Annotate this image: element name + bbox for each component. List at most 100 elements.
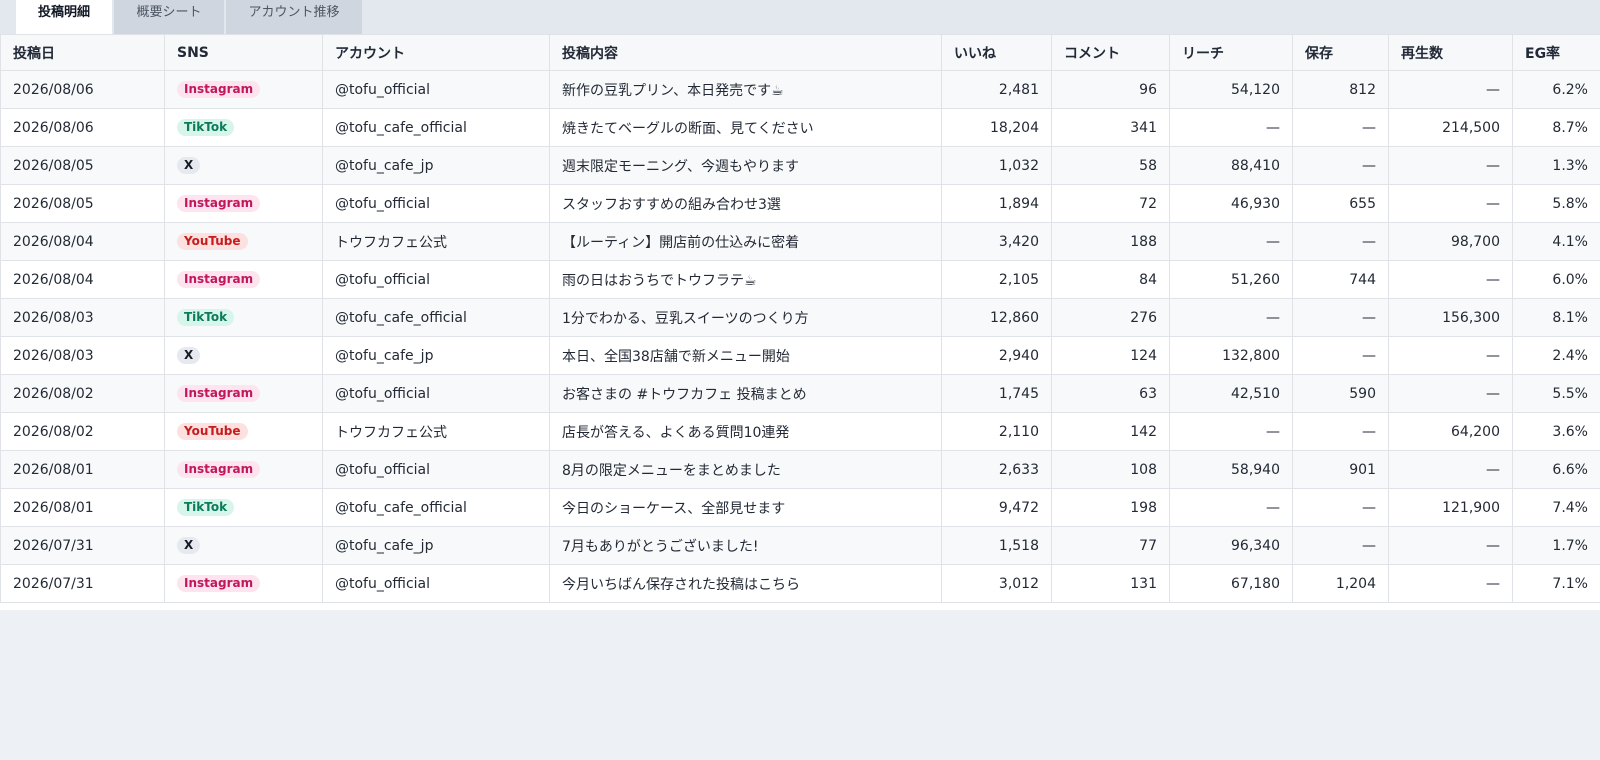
cell-comments[interactable]: 142 — [1051, 412, 1170, 451]
cell-sns[interactable]: Instagram — [164, 184, 323, 223]
cell-saves[interactable]: 812 — [1292, 70, 1389, 109]
cell-account[interactable]: @tofu_official — [322, 564, 550, 603]
cell-likes[interactable]: 1,894 — [941, 184, 1052, 223]
cell-post-date[interactable]: 2026/08/04 — [0, 260, 165, 299]
cell-saves[interactable]: — — [1292, 298, 1389, 337]
cell-account[interactable]: @tofu_cafe_jp — [322, 526, 550, 565]
header-plays[interactable]: 再生数 — [1388, 34, 1513, 71]
cell-post-content[interactable]: 店長が答える、よくある質問10連発 — [549, 412, 942, 451]
table-row[interactable]: 2026/08/05 X @tofu_cafe_jp 週末限定モーニング、今週もやりま… — [0, 146, 1600, 185]
cell-plays[interactable]: 121,900 — [1388, 488, 1513, 527]
cell-post-content[interactable]: 7月もありがとうございました! — [549, 526, 942, 565]
cell-plays[interactable]: — — [1388, 260, 1513, 299]
header-comments[interactable]: コメント — [1051, 34, 1170, 71]
cell-account[interactable]: @tofu_official — [322, 374, 550, 413]
cell-sns[interactable]: TikTok — [164, 108, 323, 147]
cell-post-content[interactable]: 1分でわかる、豆乳スイーツのつくり方 — [549, 298, 942, 337]
cell-plays[interactable]: — — [1388, 374, 1513, 413]
cell-sns[interactable]: YouTube — [164, 222, 323, 261]
cell-sns[interactable]: TikTok — [164, 298, 323, 337]
cell-comments[interactable]: 108 — [1051, 450, 1170, 489]
cell-post-content[interactable]: 今月いちばん保存された投稿はこちら — [549, 564, 942, 603]
cell-reach[interactable]: 96,340 — [1169, 526, 1293, 565]
cell-post-date[interactable]: 2026/08/03 — [0, 336, 165, 375]
table-row[interactable]: 2026/08/03 X @tofu_cafe_jp 本日、全国38店舗で新メニュー開… — [0, 336, 1600, 375]
cell-comments[interactable]: 63 — [1051, 374, 1170, 413]
table-row[interactable]: 2026/08/02 Instagram @tofu_official お客さまの #… — [0, 374, 1600, 413]
cell-reach[interactable]: 54,120 — [1169, 70, 1293, 109]
cell-likes[interactable]: 2,633 — [941, 450, 1052, 489]
cell-post-date[interactable]: 2026/08/02 — [0, 374, 165, 413]
cell-likes[interactable]: 1,518 — [941, 526, 1052, 565]
table-row[interactable]: 2026/08/04 Instagram @tofu_official 雨の日はおうち… — [0, 260, 1600, 299]
cell-engagement-rate[interactable]: 6.6% — [1512, 450, 1600, 489]
tab-summary-sheet[interactable]: 概要シート — [114, 0, 224, 34]
cell-sns[interactable]: X — [164, 146, 323, 185]
cell-reach[interactable]: — — [1169, 298, 1293, 337]
cell-likes[interactable]: 3,420 — [941, 222, 1052, 261]
table-row[interactable]: 2026/08/02 YouTube トウフカフェ公式 店長が答える、よくある質問10… — [0, 412, 1600, 451]
table-row[interactable]: 2026/08/06 Instagram @tofu_official 新作の豆乳プリ… — [0, 70, 1600, 109]
cell-engagement-rate[interactable]: 2.4% — [1512, 336, 1600, 375]
table-row[interactable]: 2026/07/31 X @tofu_cafe_jp 7月もありがとうございました! 1… — [0, 526, 1600, 565]
cell-account[interactable]: @tofu_official — [322, 184, 550, 223]
cell-comments[interactable]: 276 — [1051, 298, 1170, 337]
cell-sns[interactable]: Instagram — [164, 260, 323, 299]
cell-saves[interactable]: 901 — [1292, 450, 1389, 489]
cell-plays[interactable]: — — [1388, 70, 1513, 109]
cell-post-date[interactable]: 2026/08/01 — [0, 488, 165, 527]
cell-sns[interactable]: X — [164, 336, 323, 375]
tab-post-details[interactable]: 投稿明細 — [16, 0, 112, 34]
cell-account[interactable]: @tofu_official — [322, 450, 550, 489]
cell-post-date[interactable]: 2026/08/04 — [0, 222, 165, 261]
cell-reach[interactable]: 46,930 — [1169, 184, 1293, 223]
cell-comments[interactable]: 84 — [1051, 260, 1170, 299]
cell-post-date[interactable]: 2026/08/01 — [0, 450, 165, 489]
cell-comments[interactable]: 341 — [1051, 108, 1170, 147]
cell-likes[interactable]: 2,105 — [941, 260, 1052, 299]
tab-account-trends[interactable]: アカウント推移 — [226, 0, 362, 34]
cell-engagement-rate[interactable]: 4.1% — [1512, 222, 1600, 261]
table-row[interactable]: 2026/08/03 TikTok @tofu_cafe_official 1分でわか… — [0, 298, 1600, 337]
cell-reach[interactable]: 132,800 — [1169, 336, 1293, 375]
cell-post-date[interactable]: 2026/07/31 — [0, 564, 165, 603]
cell-reach[interactable]: 67,180 — [1169, 564, 1293, 603]
cell-likes[interactable]: 12,860 — [941, 298, 1052, 337]
cell-reach[interactable]: 51,260 — [1169, 260, 1293, 299]
cell-plays[interactable]: 214,500 — [1388, 108, 1513, 147]
cell-comments[interactable]: 96 — [1051, 70, 1170, 109]
header-saves[interactable]: 保存 — [1292, 34, 1389, 71]
cell-comments[interactable]: 124 — [1051, 336, 1170, 375]
cell-account[interactable]: トウフカフェ公式 — [322, 412, 550, 451]
cell-sns[interactable]: Instagram — [164, 374, 323, 413]
cell-account[interactable]: トウフカフェ公式 — [322, 222, 550, 261]
cell-engagement-rate[interactable]: 6.0% — [1512, 260, 1600, 299]
cell-saves[interactable]: 655 — [1292, 184, 1389, 223]
cell-saves[interactable]: — — [1292, 108, 1389, 147]
cell-post-content[interactable]: 【ルーティン】開店前の仕込みに密着 — [549, 222, 942, 261]
cell-comments[interactable]: 72 — [1051, 184, 1170, 223]
cell-likes[interactable]: 9,472 — [941, 488, 1052, 527]
cell-saves[interactable]: — — [1292, 526, 1389, 565]
cell-plays[interactable]: 64,200 — [1388, 412, 1513, 451]
cell-sns[interactable]: Instagram — [164, 70, 323, 109]
cell-engagement-rate[interactable]: 6.2% — [1512, 70, 1600, 109]
table-row[interactable]: 2026/08/04 YouTube トウフカフェ公式 【ルーティン】開店前の仕込みに… — [0, 222, 1600, 261]
cell-engagement-rate[interactable]: 7.4% — [1512, 488, 1600, 527]
cell-plays[interactable]: — — [1388, 146, 1513, 185]
header-engagement-rate[interactable]: EG率 — [1512, 34, 1600, 71]
cell-engagement-rate[interactable]: 5.8% — [1512, 184, 1600, 223]
cell-post-content[interactable]: 本日、全国38店舗で新メニュー開始 — [549, 336, 942, 375]
cell-plays[interactable]: — — [1388, 450, 1513, 489]
cell-saves[interactable]: 1,204 — [1292, 564, 1389, 603]
cell-saves[interactable]: — — [1292, 336, 1389, 375]
cell-reach[interactable]: 58,940 — [1169, 450, 1293, 489]
table-row[interactable]: 2026/08/06 TikTok @tofu_cafe_official 焼きたてベ… — [0, 108, 1600, 147]
cell-post-date[interactable]: 2026/08/03 — [0, 298, 165, 337]
cell-post-date[interactable]: 2026/08/05 — [0, 184, 165, 223]
cell-post-content[interactable]: 週末限定モーニング、今週もやります — [549, 146, 942, 185]
cell-sns[interactable]: Instagram — [164, 564, 323, 603]
cell-plays[interactable]: — — [1388, 564, 1513, 603]
cell-likes[interactable]: 2,481 — [941, 70, 1052, 109]
cell-likes[interactable]: 2,940 — [941, 336, 1052, 375]
